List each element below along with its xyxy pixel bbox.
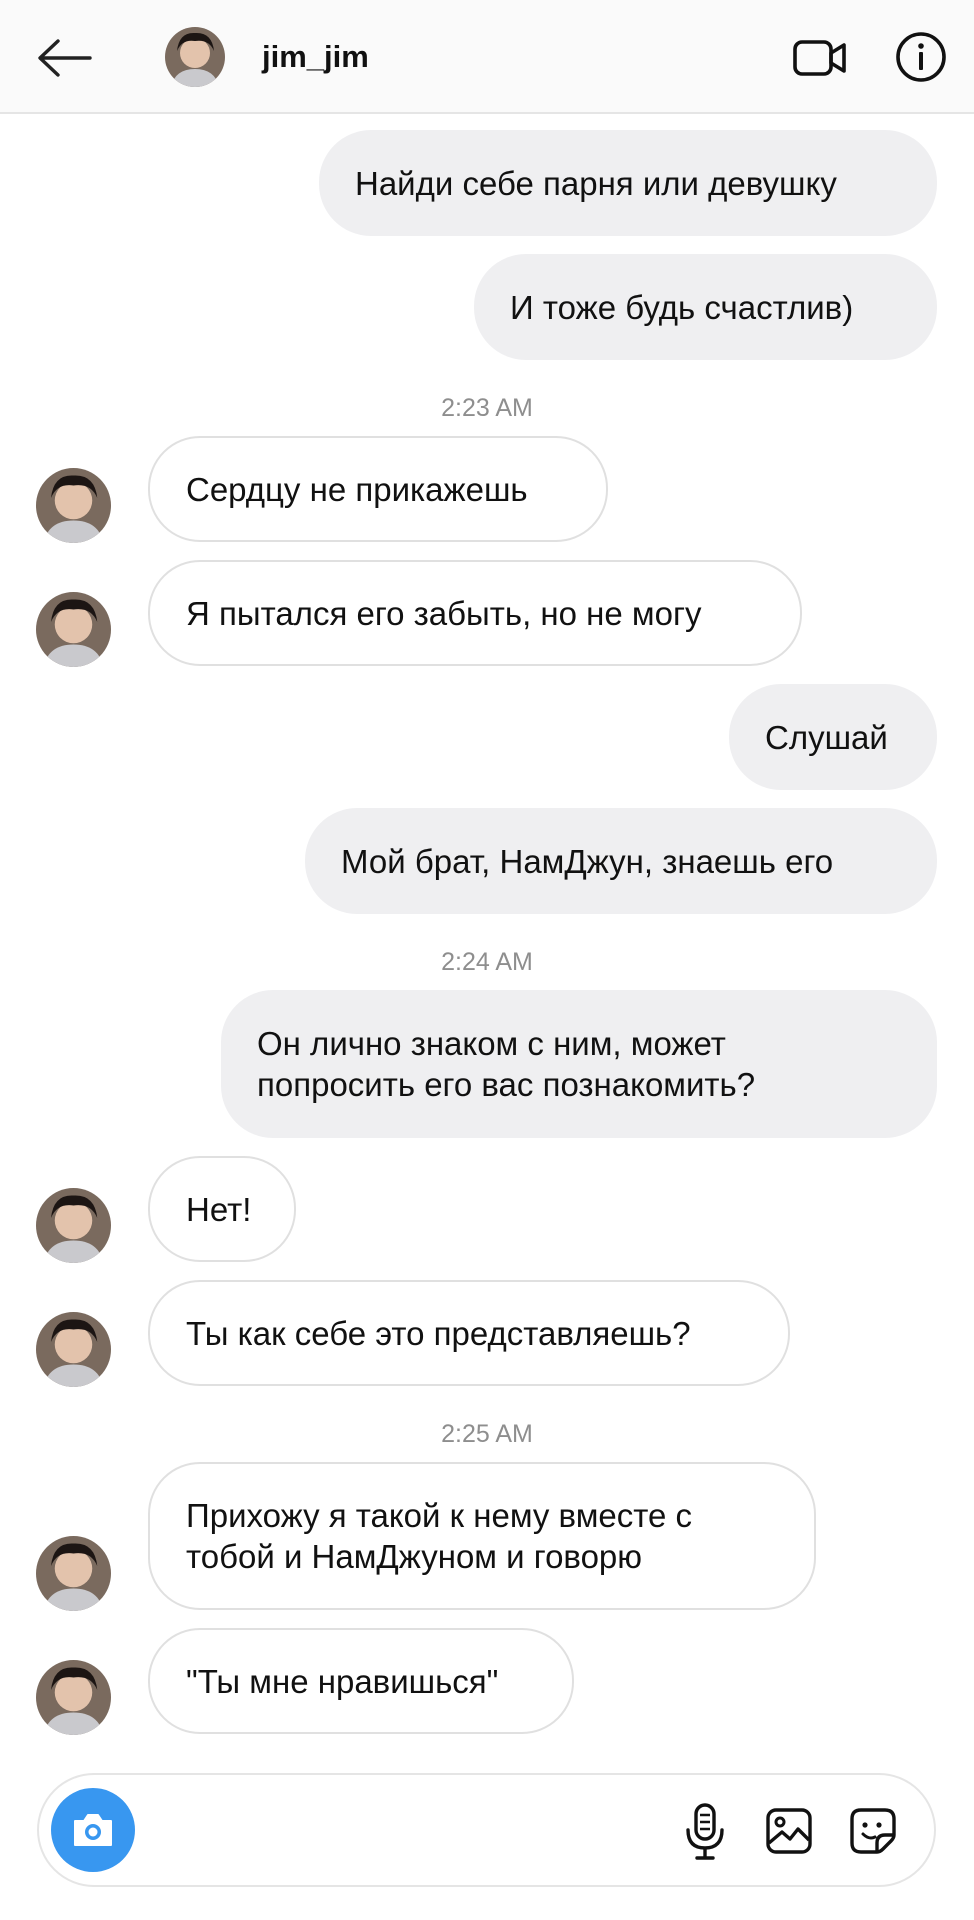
message-text: Он лично знаком с ним, может попросить е… xyxy=(257,1025,756,1103)
message-received[interactable]: Я пытался его забыть, но не могу xyxy=(148,560,802,666)
profile-photo-icon xyxy=(36,1536,111,1611)
message-text: Сердцу не прикажешь xyxy=(186,470,528,508)
message-received[interactable]: Сердцу не прикажешь xyxy=(148,436,608,542)
chat-header: jim_jim xyxy=(0,0,974,114)
message-received[interactable]: "Ты мне нравишься" xyxy=(148,1628,574,1734)
profile-photo-icon xyxy=(36,1312,111,1387)
message-text: Я пытался его забыть, но не могу xyxy=(186,594,702,632)
message-sent[interactable]: И тоже будь счастлив) xyxy=(474,254,937,360)
message-input[interactable] xyxy=(159,1805,679,1855)
microphone-icon xyxy=(686,1803,724,1860)
info-button[interactable] xyxy=(894,30,948,84)
profile-photo-icon xyxy=(36,1660,111,1735)
gallery-button[interactable] xyxy=(761,1803,817,1859)
message-text: "Ты мне нравишься" xyxy=(186,1662,499,1700)
avatar[interactable] xyxy=(36,1312,111,1387)
camera-icon xyxy=(74,1814,112,1846)
avatar[interactable] xyxy=(36,1660,111,1735)
chat-username[interactable]: jim_jim xyxy=(262,38,369,76)
message-text: Прихожу я такой к нему вместе с тобой и … xyxy=(186,1497,693,1575)
avatar[interactable] xyxy=(36,592,111,667)
header-avatar[interactable] xyxy=(165,27,225,87)
message-thread[interactable]: Найди себе парня или девушку И тоже будь… xyxy=(0,116,974,1752)
message-received[interactable]: Нет! xyxy=(148,1156,296,1262)
message-received[interactable]: Ты как себе это представляешь? xyxy=(148,1280,790,1386)
message-text: Слушай xyxy=(765,718,888,756)
message-text: И тоже будь счастлив) xyxy=(510,288,854,326)
message-text: Найди себе парня или девушку xyxy=(355,164,837,202)
back-button[interactable] xyxy=(34,28,94,88)
profile-photo-icon xyxy=(36,468,111,543)
avatar[interactable] xyxy=(36,468,111,543)
video-camera-icon xyxy=(793,40,846,76)
profile-photo-icon xyxy=(165,27,225,87)
message-sent[interactable]: Слушай xyxy=(729,684,937,790)
arrow-left-icon xyxy=(38,39,92,77)
message-text: Мой брат, НамДжун, знаешь его xyxy=(341,842,834,880)
camera-button[interactable] xyxy=(51,1788,135,1872)
timestamp: 2:23 AM xyxy=(441,394,533,422)
message-sent[interactable]: Мой брат, НамДжун, знаешь его xyxy=(305,808,937,914)
message-sent[interactable]: Он лично знаком с ним, может попросить е… xyxy=(221,990,937,1138)
profile-photo-icon xyxy=(36,592,111,667)
message-received[interactable]: Прихожу я такой к нему вместе с тобой и … xyxy=(148,1462,816,1610)
avatar[interactable] xyxy=(36,1536,111,1611)
message-text: Нет! xyxy=(186,1190,252,1228)
message-text: Ты как себе это представляешь? xyxy=(186,1314,691,1352)
timestamp: 2:24 AM xyxy=(441,948,533,976)
direct-message-screen: jim_jim Найди себе парня или девушку И т… xyxy=(0,0,974,1920)
profile-photo-icon xyxy=(36,1188,111,1263)
gallery-icon xyxy=(766,1808,812,1854)
avatar[interactable] xyxy=(36,1188,111,1263)
message-sent[interactable]: Найди себе парня или девушку xyxy=(319,130,937,236)
message-composer xyxy=(37,1773,936,1887)
video-call-button[interactable] xyxy=(792,32,848,84)
info-icon xyxy=(896,32,946,82)
sticker-icon xyxy=(850,1808,896,1854)
timestamp: 2:25 AM xyxy=(441,1420,533,1448)
voice-message-button[interactable] xyxy=(677,1802,733,1862)
sticker-button[interactable] xyxy=(845,1803,901,1859)
